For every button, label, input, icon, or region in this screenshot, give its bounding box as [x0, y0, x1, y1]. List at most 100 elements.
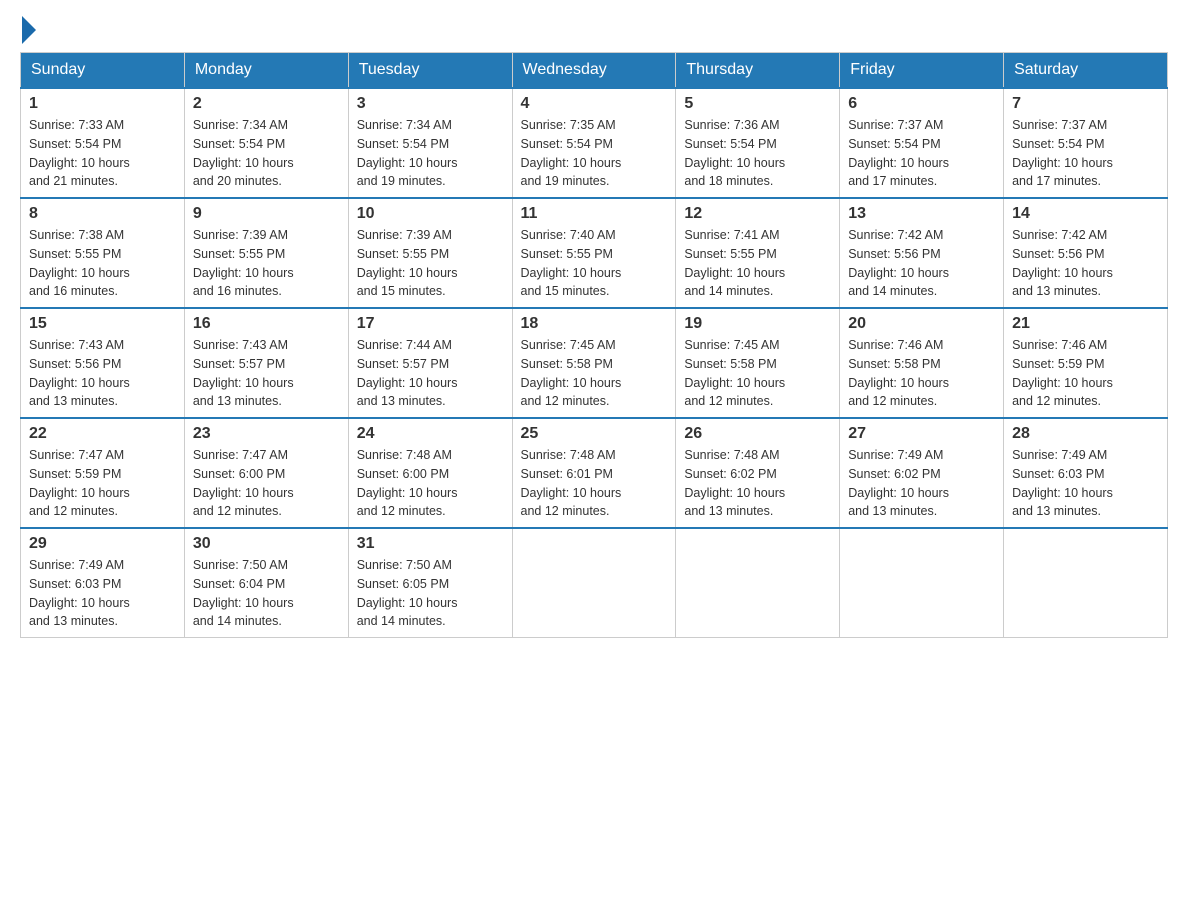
- day-info: Sunrise: 7:48 AM Sunset: 6:02 PM Dayligh…: [684, 446, 831, 521]
- calendar-cell: 5 Sunrise: 7:36 AM Sunset: 5:54 PM Dayli…: [676, 88, 840, 198]
- calendar-header-row: SundayMondayTuesdayWednesdayThursdayFrid…: [21, 53, 1168, 89]
- logo: [20, 20, 36, 40]
- day-number: 6: [848, 95, 995, 113]
- day-info: Sunrise: 7:45 AM Sunset: 5:58 PM Dayligh…: [521, 336, 668, 411]
- day-number: 23: [193, 425, 340, 443]
- day-number: 28: [1012, 425, 1159, 443]
- calendar-header-monday: Monday: [184, 53, 348, 89]
- day-number: 5: [684, 95, 831, 113]
- day-number: 1: [29, 95, 176, 113]
- day-info: Sunrise: 7:50 AM Sunset: 6:05 PM Dayligh…: [357, 556, 504, 631]
- day-info: Sunrise: 7:36 AM Sunset: 5:54 PM Dayligh…: [684, 116, 831, 191]
- logo-triangle-icon: [22, 16, 36, 44]
- calendar-cell: [840, 528, 1004, 638]
- day-number: 27: [848, 425, 995, 443]
- day-info: Sunrise: 7:39 AM Sunset: 5:55 PM Dayligh…: [357, 226, 504, 301]
- calendar-cell: 12 Sunrise: 7:41 AM Sunset: 5:55 PM Dayl…: [676, 198, 840, 308]
- calendar-cell: 14 Sunrise: 7:42 AM Sunset: 5:56 PM Dayl…: [1004, 198, 1168, 308]
- day-number: 25: [521, 425, 668, 443]
- calendar-cell: 3 Sunrise: 7:34 AM Sunset: 5:54 PM Dayli…: [348, 88, 512, 198]
- day-number: 20: [848, 315, 995, 333]
- calendar-cell: 25 Sunrise: 7:48 AM Sunset: 6:01 PM Dayl…: [512, 418, 676, 528]
- day-number: 13: [848, 205, 995, 223]
- day-number: 18: [521, 315, 668, 333]
- day-info: Sunrise: 7:43 AM Sunset: 5:57 PM Dayligh…: [193, 336, 340, 411]
- day-number: 19: [684, 315, 831, 333]
- day-info: Sunrise: 7:47 AM Sunset: 6:00 PM Dayligh…: [193, 446, 340, 521]
- calendar-header-friday: Friday: [840, 53, 1004, 89]
- calendar-header-thursday: Thursday: [676, 53, 840, 89]
- day-info: Sunrise: 7:33 AM Sunset: 5:54 PM Dayligh…: [29, 116, 176, 191]
- calendar-cell: 13 Sunrise: 7:42 AM Sunset: 5:56 PM Dayl…: [840, 198, 1004, 308]
- day-number: 2: [193, 95, 340, 113]
- calendar-week-row: 15 Sunrise: 7:43 AM Sunset: 5:56 PM Dayl…: [21, 308, 1168, 418]
- calendar-cell: 29 Sunrise: 7:49 AM Sunset: 6:03 PM Dayl…: [21, 528, 185, 638]
- calendar-cell: 21 Sunrise: 7:46 AM Sunset: 5:59 PM Dayl…: [1004, 308, 1168, 418]
- day-number: 3: [357, 95, 504, 113]
- day-info: Sunrise: 7:35 AM Sunset: 5:54 PM Dayligh…: [521, 116, 668, 191]
- calendar-week-row: 8 Sunrise: 7:38 AM Sunset: 5:55 PM Dayli…: [21, 198, 1168, 308]
- day-info: Sunrise: 7:48 AM Sunset: 6:01 PM Dayligh…: [521, 446, 668, 521]
- day-number: 12: [684, 205, 831, 223]
- calendar-cell: 17 Sunrise: 7:44 AM Sunset: 5:57 PM Dayl…: [348, 308, 512, 418]
- day-number: 22: [29, 425, 176, 443]
- day-info: Sunrise: 7:40 AM Sunset: 5:55 PM Dayligh…: [521, 226, 668, 301]
- day-info: Sunrise: 7:42 AM Sunset: 5:56 PM Dayligh…: [848, 226, 995, 301]
- day-number: 31: [357, 535, 504, 553]
- day-number: 7: [1012, 95, 1159, 113]
- calendar-cell: 26 Sunrise: 7:48 AM Sunset: 6:02 PM Dayl…: [676, 418, 840, 528]
- day-number: 4: [521, 95, 668, 113]
- day-number: 30: [193, 535, 340, 553]
- calendar-cell: 30 Sunrise: 7:50 AM Sunset: 6:04 PM Dayl…: [184, 528, 348, 638]
- calendar-cell: 24 Sunrise: 7:48 AM Sunset: 6:00 PM Dayl…: [348, 418, 512, 528]
- day-info: Sunrise: 7:46 AM Sunset: 5:59 PM Dayligh…: [1012, 336, 1159, 411]
- day-number: 10: [357, 205, 504, 223]
- calendar-cell: 9 Sunrise: 7:39 AM Sunset: 5:55 PM Dayli…: [184, 198, 348, 308]
- calendar-header-saturday: Saturday: [1004, 53, 1168, 89]
- day-info: Sunrise: 7:45 AM Sunset: 5:58 PM Dayligh…: [684, 336, 831, 411]
- day-number: 16: [193, 315, 340, 333]
- calendar-cell: [512, 528, 676, 638]
- day-info: Sunrise: 7:42 AM Sunset: 5:56 PM Dayligh…: [1012, 226, 1159, 301]
- calendar-cell: 18 Sunrise: 7:45 AM Sunset: 5:58 PM Dayl…: [512, 308, 676, 418]
- calendar-week-row: 1 Sunrise: 7:33 AM Sunset: 5:54 PM Dayli…: [21, 88, 1168, 198]
- day-info: Sunrise: 7:37 AM Sunset: 5:54 PM Dayligh…: [1012, 116, 1159, 191]
- calendar-cell: 11 Sunrise: 7:40 AM Sunset: 5:55 PM Dayl…: [512, 198, 676, 308]
- day-number: 17: [357, 315, 504, 333]
- day-info: Sunrise: 7:49 AM Sunset: 6:03 PM Dayligh…: [1012, 446, 1159, 521]
- calendar-cell: 8 Sunrise: 7:38 AM Sunset: 5:55 PM Dayli…: [21, 198, 185, 308]
- page-header: [20, 20, 1168, 40]
- day-number: 15: [29, 315, 176, 333]
- calendar-cell: 2 Sunrise: 7:34 AM Sunset: 5:54 PM Dayli…: [184, 88, 348, 198]
- calendar-cell: 4 Sunrise: 7:35 AM Sunset: 5:54 PM Dayli…: [512, 88, 676, 198]
- day-info: Sunrise: 7:37 AM Sunset: 5:54 PM Dayligh…: [848, 116, 995, 191]
- day-number: 29: [29, 535, 176, 553]
- calendar-week-row: 29 Sunrise: 7:49 AM Sunset: 6:03 PM Dayl…: [21, 528, 1168, 638]
- day-info: Sunrise: 7:48 AM Sunset: 6:00 PM Dayligh…: [357, 446, 504, 521]
- day-info: Sunrise: 7:47 AM Sunset: 5:59 PM Dayligh…: [29, 446, 176, 521]
- day-info: Sunrise: 7:43 AM Sunset: 5:56 PM Dayligh…: [29, 336, 176, 411]
- day-info: Sunrise: 7:49 AM Sunset: 6:02 PM Dayligh…: [848, 446, 995, 521]
- calendar-table: SundayMondayTuesdayWednesdayThursdayFrid…: [20, 52, 1168, 638]
- calendar-cell: 22 Sunrise: 7:47 AM Sunset: 5:59 PM Dayl…: [21, 418, 185, 528]
- calendar-cell: 7 Sunrise: 7:37 AM Sunset: 5:54 PM Dayli…: [1004, 88, 1168, 198]
- day-info: Sunrise: 7:41 AM Sunset: 5:55 PM Dayligh…: [684, 226, 831, 301]
- calendar-header-sunday: Sunday: [21, 53, 185, 89]
- day-number: 21: [1012, 315, 1159, 333]
- day-number: 26: [684, 425, 831, 443]
- day-number: 24: [357, 425, 504, 443]
- calendar-cell: 19 Sunrise: 7:45 AM Sunset: 5:58 PM Dayl…: [676, 308, 840, 418]
- calendar-header-wednesday: Wednesday: [512, 53, 676, 89]
- calendar-cell: 6 Sunrise: 7:37 AM Sunset: 5:54 PM Dayli…: [840, 88, 1004, 198]
- calendar-header-tuesday: Tuesday: [348, 53, 512, 89]
- day-number: 8: [29, 205, 176, 223]
- calendar-cell: 27 Sunrise: 7:49 AM Sunset: 6:02 PM Dayl…: [840, 418, 1004, 528]
- calendar-week-row: 22 Sunrise: 7:47 AM Sunset: 5:59 PM Dayl…: [21, 418, 1168, 528]
- day-number: 11: [521, 205, 668, 223]
- day-info: Sunrise: 7:34 AM Sunset: 5:54 PM Dayligh…: [193, 116, 340, 191]
- calendar-cell: 28 Sunrise: 7:49 AM Sunset: 6:03 PM Dayl…: [1004, 418, 1168, 528]
- calendar-cell: [676, 528, 840, 638]
- day-info: Sunrise: 7:46 AM Sunset: 5:58 PM Dayligh…: [848, 336, 995, 411]
- day-number: 14: [1012, 205, 1159, 223]
- calendar-cell: 10 Sunrise: 7:39 AM Sunset: 5:55 PM Dayl…: [348, 198, 512, 308]
